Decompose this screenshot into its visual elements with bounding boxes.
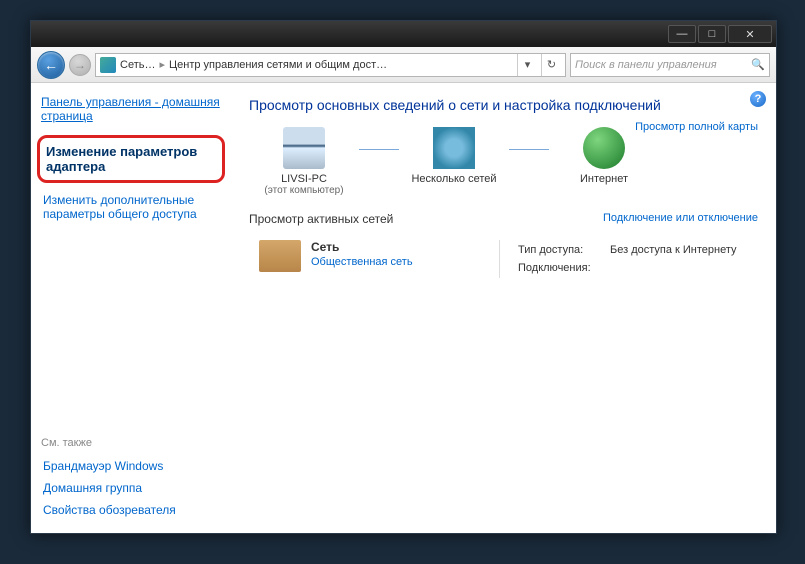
- forward-button[interactable]: →: [69, 54, 91, 76]
- body: Панель управления - домашняя страница Из…: [31, 83, 776, 533]
- sidebar-link-firewall[interactable]: Брандмауэр Windows: [41, 455, 221, 477]
- active-networks-header: Просмотр активных сетей Подключение или …: [249, 206, 758, 226]
- sidebar: Панель управления - домашняя страница Из…: [31, 83, 231, 533]
- sidebar-task-adapter-settings[interactable]: Изменение параметров адаптера: [37, 135, 225, 183]
- content-pane: ? Просмотр основных сведений о сети и на…: [231, 83, 776, 533]
- network-identity[interactable]: Сеть Общественная сеть: [259, 240, 479, 278]
- globe-icon: [583, 127, 625, 169]
- access-type-label: Тип доступа:: [518, 242, 608, 258]
- navbar: ← → Сеть… ▸ Центр управления сетями и об…: [31, 47, 776, 83]
- network-center-window: — □ ✕ ← → Сеть… ▸ Центр управления сетям…: [30, 20, 777, 534]
- refresh-icon[interactable]: ↻: [541, 54, 561, 76]
- map-pc-sub: (этот компьютер): [249, 185, 359, 196]
- sidebar-link-homegroup[interactable]: Домашняя группа: [41, 477, 221, 499]
- network-type-link[interactable]: Общественная сеть: [311, 256, 413, 268]
- active-network-row: Сеть Общественная сеть Тип доступа: Без …: [249, 234, 758, 284]
- page-title: Просмотр основных сведений о сети и наст…: [249, 97, 758, 113]
- computer-icon: [283, 127, 325, 169]
- map-pc-name: LIVSI-PC: [249, 173, 359, 185]
- search-input[interactable]: Поиск в панели управления 🔍: [570, 53, 770, 77]
- help-icon[interactable]: ?: [750, 91, 766, 107]
- map-multi-label: Несколько сетей: [399, 173, 509, 185]
- search-placeholder: Поиск в панели управления: [575, 59, 717, 71]
- titlebar: — □ ✕: [31, 21, 776, 47]
- access-type-value: Без доступа к Интернету: [610, 242, 747, 258]
- sidebar-link-internet-options[interactable]: Свойства обозревателя: [41, 499, 221, 521]
- breadcrumb-title[interactable]: Центр управления сетями и общим дост…: [169, 59, 387, 71]
- minimize-button[interactable]: —: [668, 25, 696, 43]
- active-networks-heading: Просмотр активных сетей: [249, 212, 393, 226]
- control-panel-icon: [100, 57, 116, 73]
- address-dropdown-icon[interactable]: ▾: [517, 54, 537, 76]
- map-internet[interactable]: Интернет: [549, 127, 659, 185]
- back-button[interactable]: ←: [37, 51, 65, 79]
- network-name: Сеть: [311, 240, 413, 254]
- address-bar[interactable]: Сеть… ▸ Центр управления сетями и общим …: [95, 53, 566, 77]
- view-full-map-link[interactable]: Просмотр полной карты: [635, 121, 758, 133]
- connections-label: Подключения:: [518, 260, 608, 276]
- map-connector-icon: [359, 149, 399, 150]
- close-button[interactable]: ✕: [728, 25, 772, 43]
- map-internet-label: Интернет: [549, 173, 659, 185]
- maximize-button[interactable]: □: [698, 25, 726, 43]
- networks-icon: [433, 127, 475, 169]
- connect-disconnect-link[interactable]: Подключение или отключение: [603, 212, 758, 226]
- sidebar-task-sharing-settings[interactable]: Изменить дополнительные параметры общего…: [41, 189, 221, 225]
- breadcrumb-separator-icon: ▸: [159, 58, 165, 71]
- breadcrumb-network[interactable]: Сеть…: [120, 59, 155, 71]
- map-this-pc[interactable]: LIVSI-PC (этот компьютер): [249, 127, 359, 196]
- map-connector-icon: [509, 149, 549, 150]
- see-also-heading: См. также: [41, 437, 221, 449]
- search-icon[interactable]: 🔍: [751, 58, 765, 71]
- connections-value: [610, 260, 747, 276]
- bench-icon: [259, 240, 301, 272]
- control-panel-home-link[interactable]: Панель управления - домашняя страница: [41, 95, 221, 123]
- network-details: Тип доступа: Без доступа к Интернету Под…: [499, 240, 758, 278]
- network-map: LIVSI-PC (этот компьютер) Несколько сете…: [249, 127, 758, 196]
- map-multiple-networks[interactable]: Несколько сетей: [399, 127, 509, 185]
